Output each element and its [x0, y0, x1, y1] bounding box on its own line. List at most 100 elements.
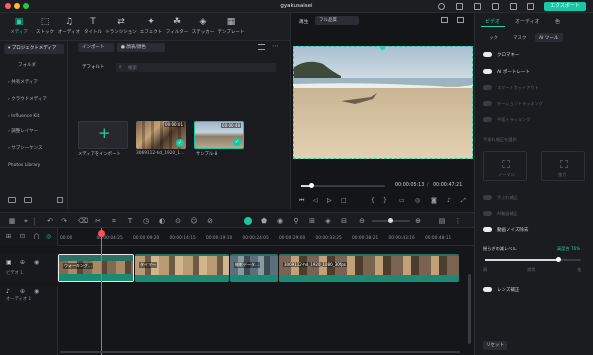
filter-list-icon[interactable] [258, 44, 265, 50]
sidebar-item-folder[interactable]: フォルダ [4, 61, 64, 71]
more-options-icon[interactable]: ⋮ [454, 217, 462, 225]
audio-mix-icon[interactable]: ⊟ [340, 217, 348, 225]
stop-icon[interactable]: □ [341, 197, 347, 204]
notification-icon[interactable] [492, 3, 499, 10]
ai-portrait-toggle[interactable] [483, 69, 492, 74]
export-button[interactable]: エクスポート [544, 2, 586, 11]
mark-in-icon[interactable]: { [371, 197, 375, 204]
redo-icon[interactable]: ↷ [60, 217, 68, 225]
motion-tracking-toggle[interactable] [483, 101, 492, 106]
mute-icon[interactable]: ◉ [34, 288, 39, 295]
import-media-tile[interactable]: + [78, 121, 128, 149]
headphones-icon[interactable] [510, 3, 517, 10]
mark-out-icon[interactable]: } [383, 197, 387, 204]
magnet-icon[interactable]: ⋂ [34, 233, 39, 240]
undo-icon[interactable]: ↶ [46, 217, 54, 225]
media-thumbnail[interactable]: 00:00:01 ✓ [136, 121, 186, 149]
tab-audio-settings[interactable]: オーディオ [515, 18, 540, 25]
camera-icon[interactable]: ◙ [431, 197, 437, 204]
timeline-clip[interactable]: タイマー [135, 254, 229, 282]
monitor-icon[interactable]: ▭ [399, 197, 405, 204]
subtab-ai-tools[interactable]: AI ツール [535, 33, 563, 42]
upload-icon[interactable] [474, 3, 481, 10]
lens-correction-toggle[interactable] [483, 287, 492, 292]
timeline-clip[interactable]: ウォーキング… [58, 254, 134, 282]
ai-enhance-toggle[interactable] [483, 211, 492, 216]
expand-icon[interactable]: ⤢ [461, 197, 466, 205]
tab-video[interactable]: ビデオ [485, 18, 500, 25]
speed-icon[interactable]: ⊙ [174, 217, 182, 225]
denoise-toggle[interactable] [483, 227, 492, 232]
crop-icon[interactable]: ⌗ [110, 217, 118, 226]
quality-dropdown[interactable]: フル品質 [315, 16, 359, 25]
keyframe-icon[interactable]: ◈ [324, 217, 332, 225]
zoom-in-icon[interactable]: ⊕ [414, 217, 422, 225]
ai-cut-icon[interactable]: ⊞ [308, 217, 316, 225]
sidebar-item-photos-library[interactable]: Photos Library [4, 161, 64, 171]
import-dropdown[interactable]: インポート [78, 43, 114, 52]
timeline-horizontal-scrollbar[interactable] [60, 351, 460, 353]
save-icon[interactable] [527, 3, 534, 10]
ripple-icon[interactable]: ◎ [46, 233, 51, 240]
mic-icon[interactable]: ⚲ [292, 217, 300, 225]
tab-color[interactable]: 色 [555, 18, 560, 25]
search-input[interactable]: ⌕ 検索 [116, 63, 276, 72]
audio-lock-icon[interactable]: ⊕ [20, 288, 25, 295]
sidebar-item-project-media[interactable]: ▾ プロジェクトメディア [4, 44, 64, 54]
timeline-ruler[interactable]: 00:00 00:00:04:25 00:00:09:20 00:00:14:15 00… [58, 228, 474, 246]
sort-dropdown[interactable]: ● 顔表/顔色 [117, 43, 165, 52]
video-preview[interactable] [293, 46, 473, 159]
playback-scrubber[interactable] [301, 183, 385, 188]
step-back-icon[interactable]: ◁ [313, 197, 318, 204]
voice-icon[interactable]: ◉ [276, 217, 284, 225]
timeline-vertical-scrollbar[interactable] [468, 274, 471, 344]
tab-template[interactable]: ▦ テンプレート [214, 17, 248, 39]
reset-button[interactable]: リセット [483, 341, 507, 350]
smart-cutout-toggle[interactable] [483, 85, 492, 90]
more-icon[interactable]: ⋯ [272, 42, 279, 50]
fullscreen-icon[interactable] [457, 17, 464, 23]
gift-icon[interactable] [456, 3, 463, 10]
split-icon[interactable]: ✂ [94, 217, 102, 225]
add-track-icon[interactable]: ⊞ [6, 233, 11, 240]
sidebar-item-subsequence[interactable]: › サブシーケンス [4, 144, 64, 154]
sidebar-item-adjustment-layer[interactable]: › 調整レイヤー [4, 127, 64, 137]
stabilization-toggle[interactable] [483, 195, 492, 200]
render-icon[interactable]: ◎ [415, 197, 420, 204]
default-view-dropdown[interactable]: デフォルト [78, 63, 114, 72]
mask-icon[interactable]: ⊘ [206, 217, 214, 225]
zoom-out-icon[interactable]: ⊖ [358, 217, 366, 225]
marker-icon[interactable]: ⬟ [260, 217, 268, 225]
timeline-clip[interactable]: 撮影データ… [230, 254, 278, 282]
folder-icon[interactable] [24, 197, 32, 203]
media-thumbnail-selected[interactable]: 00:00:48 ✓ [194, 121, 244, 149]
subtab-basic[interactable]: ック [489, 35, 498, 41]
sidebar-item-influence-kit[interactable]: › Influence Kit [4, 112, 64, 122]
select-icon[interactable]: ⌖ [22, 217, 30, 226]
prev-frame-icon[interactable]: ⏮ [299, 197, 304, 205]
text-icon[interactable]: T [126, 217, 134, 225]
eye-icon[interactable]: ◉ [34, 259, 39, 266]
sidebar-item-shared-media[interactable]: › 共有メディア [4, 78, 64, 88]
audio-stretch-icon[interactable]: ☺ [190, 217, 198, 225]
zoom-slider[interactable] [372, 218, 410, 223]
sidebar-item-cloud-media[interactable]: › クラウドメディア [4, 95, 64, 105]
planar-tracking-toggle[interactable] [483, 117, 492, 122]
link-icon[interactable]: ⊡ [20, 233, 25, 240]
collapse-panel-icon[interactable] [57, 197, 63, 203]
stabilize-normal-option[interactable]: ノーマル [483, 151, 527, 181]
account-icon[interactable] [438, 3, 445, 10]
chroma-key-toggle[interactable] [483, 52, 492, 57]
lock-icon[interactable]: ⊕ [20, 259, 25, 266]
layout-icon[interactable]: ▦ [8, 217, 16, 225]
tag-icon[interactable]: ◷ [142, 217, 150, 225]
color-icon[interactable]: ◐ [158, 217, 166, 225]
snap-toggle[interactable] [244, 217, 252, 225]
tab-transition[interactable]: ⇄ トランジション [104, 17, 138, 39]
reduction-level-slider[interactable] [485, 257, 581, 262]
grid-icon[interactable]: ▤ [438, 217, 446, 225]
new-folder-icon[interactable] [8, 197, 16, 203]
play-icon[interactable]: ▷ [327, 197, 332, 204]
stabilize-strong-option[interactable]: 強力 [541, 151, 585, 181]
volume-icon[interactable]: ♪ [447, 197, 451, 204]
